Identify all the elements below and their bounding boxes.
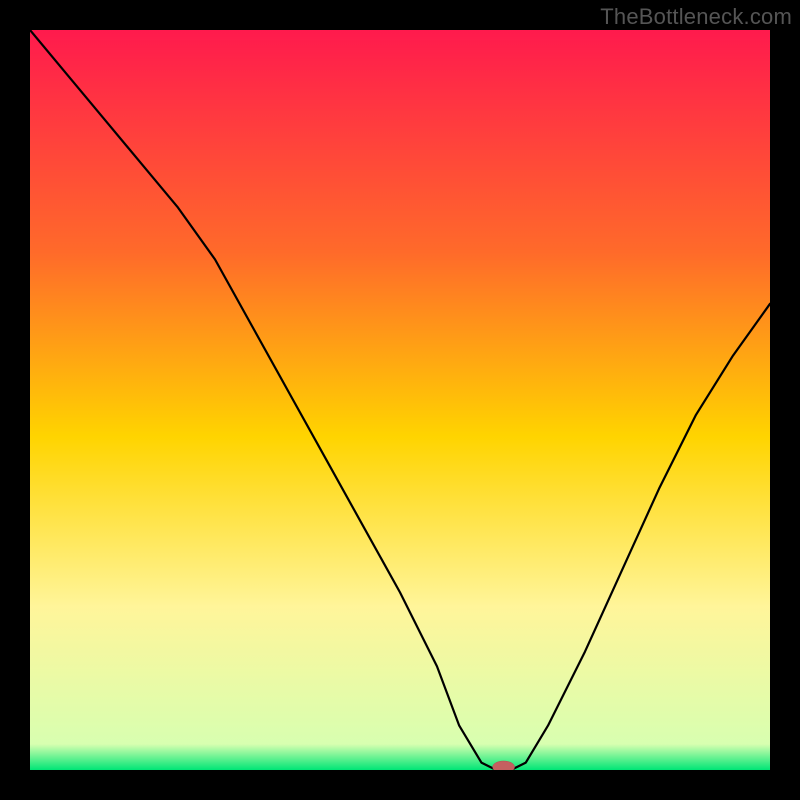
chart-frame: TheBottleneck.com bbox=[0, 0, 800, 800]
watermark-text: TheBottleneck.com bbox=[600, 4, 792, 30]
gradient-background bbox=[30, 30, 770, 770]
chart-svg bbox=[30, 30, 770, 770]
plot-area bbox=[30, 30, 770, 770]
